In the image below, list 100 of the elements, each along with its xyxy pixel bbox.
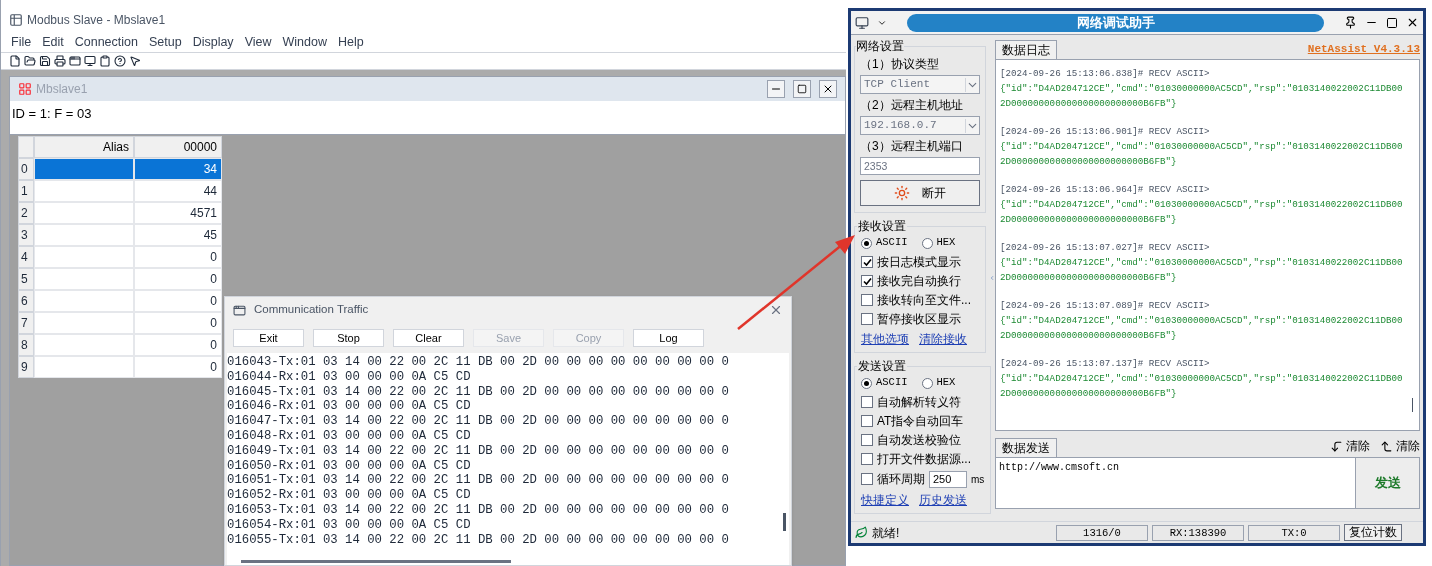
value-cell[interactable]: 4571	[134, 202, 222, 224]
disconnect-button[interactable]: 断开	[860, 180, 980, 206]
alias-cell[interactable]	[34, 356, 134, 378]
menu-item[interactable]: Setup	[148, 32, 182, 52]
menu-item[interactable]: Connection	[74, 32, 138, 52]
checkbox-label: 打开文件数据源...	[877, 451, 971, 468]
port-field[interactable]: 2353	[860, 157, 980, 175]
link[interactable]: 快捷定义	[861, 491, 909, 509]
status-cell: RX:138390	[1152, 524, 1244, 541]
checkbox-label: 接收转向至文件...	[877, 292, 971, 309]
value-cell[interactable]: 0	[134, 356, 222, 378]
dropdown-arrow-icon[interactable]	[965, 118, 979, 133]
clear-button[interactable]: 清除	[1330, 437, 1370, 455]
menu-item[interactable]: Help	[337, 32, 364, 52]
checkbox[interactable]	[861, 294, 873, 306]
group-legend: 网络设置	[856, 37, 904, 55]
group-legend: 接收设置	[857, 217, 907, 235]
maximize-icon[interactable]	[1386, 16, 1398, 29]
alias-cell[interactable]	[34, 268, 134, 290]
value-cell[interactable]: 34	[134, 158, 222, 180]
period-field[interactable]: 250	[929, 470, 967, 488]
alias-cell[interactable]	[34, 312, 134, 334]
child-window-title: Mbslave1	[36, 81, 88, 98]
traffic-line: 016043-Tx:01 03 14 00 22 00 2C 11 DB 00 2D 00 00 00 00 00 00 00 00 0	[227, 355, 729, 370]
menu-item[interactable]: Display	[192, 32, 234, 52]
checkbox[interactable]	[861, 415, 873, 427]
alias-cell[interactable]	[34, 158, 134, 180]
log-line: 2D000000000000000000000000B6FB"}	[1000, 97, 1177, 111]
log-line: 2D000000000000000000000000B6FB"}	[1000, 387, 1177, 401]
checkbox[interactable]	[861, 396, 873, 408]
menu-item[interactable]: Edit	[42, 32, 64, 52]
printer-icon[interactable]	[54, 55, 66, 67]
row-header: 5	[18, 268, 34, 290]
scrollbar-thumb[interactable]	[241, 560, 511, 563]
menu-item[interactable]: File	[11, 32, 32, 52]
log-line: 2D000000000000000000000000B6FB"}	[1000, 155, 1177, 169]
host-dropdown[interactable]: 192.168.0.7	[860, 116, 980, 135]
value-cell[interactable]: 0	[134, 312, 222, 334]
checkbox[interactable]	[861, 473, 873, 485]
value-cell[interactable]: 45	[134, 224, 222, 246]
value-cell[interactable]: 44	[134, 180, 222, 202]
radio-button[interactable]	[861, 377, 872, 389]
traffic-line: 016054-Rx:01 03 00 00 00 0A C5 CD	[227, 517, 471, 533]
folder-icon[interactable]	[24, 55, 36, 67]
close-icon[interactable]	[819, 80, 837, 98]
link[interactable]: 清除接收	[919, 330, 967, 348]
log-line: {"id":"D4AD204712CE","cmd":"01030000000AC5CD","rsp":"0103140022002C11DB00	[1000, 256, 1403, 270]
value-cell[interactable]: 0	[134, 246, 222, 268]
row-header: 1	[18, 180, 34, 202]
alias-cell[interactable]	[34, 224, 134, 246]
radio-button[interactable]	[921, 237, 933, 249]
toolbar-button[interactable]: Clear	[393, 329, 464, 347]
clear-button[interactable]: 清除	[1380, 437, 1420, 455]
close-icon[interactable]	[1406, 16, 1419, 29]
checkbox[interactable]	[861, 453, 873, 465]
scrollbar-thumb[interactable]	[783, 513, 786, 531]
radio-button[interactable]	[861, 237, 872, 249]
checkbox[interactable]	[861, 275, 873, 287]
link[interactable]: 历史发送	[919, 491, 967, 509]
new-file-icon[interactable]	[9, 55, 21, 67]
maximize-icon[interactable]	[793, 80, 811, 98]
traffic-line: 016053-Tx:01 03 14 00 22 00 2C 11 DB 00 2D 00 00 00 00 00 00 00 00 0	[227, 502, 729, 518]
traffic-line: 016047-Tx:01 03 14 00 22 00 2C 11 DB 00 2D 00 00 00 00 00 00 00 00 0	[227, 414, 729, 429]
send-tab[interactable]: 数据发送	[995, 438, 1057, 457]
toolbar-button[interactable]: Stop	[313, 329, 384, 347]
row-header: 0	[18, 158, 34, 180]
menu-item[interactable]: View	[244, 32, 272, 52]
value-cell[interactable]: 0	[134, 290, 222, 312]
checkbox[interactable]	[861, 256, 873, 268]
pin-icon[interactable]	[1344, 16, 1357, 29]
checkbox[interactable]	[861, 434, 873, 446]
checkbox[interactable]	[861, 313, 873, 325]
help-icon[interactable]	[114, 55, 126, 67]
log-header: [2024-09-26 15:13:06.838]# RECV ASCII>	[1000, 67, 1210, 81]
log-tab[interactable]: 数据日志	[995, 40, 1057, 59]
traffic-line: 016045-Tx:01 03 14 00 22 00 2C 11 DB 00 2D 00 00 00 00 00 00 00 00 0	[227, 384, 729, 400]
protocol-dropdown[interactable]: TCP Client	[860, 75, 980, 94]
reset-count-button[interactable]: 复位计数	[1344, 524, 1402, 541]
scrollbar-thumb[interactable]	[1412, 398, 1413, 412]
window-title: Modbus Slave - Mbslave1	[27, 12, 166, 29]
alias-cell[interactable]	[34, 202, 134, 224]
toolbar-button[interactable]: Exit	[233, 329, 304, 347]
value-cell[interactable]: 0	[134, 268, 222, 290]
traffic-line: 016048-Rx:01 03 00 00 00 0A C5 CD	[227, 429, 471, 444]
alias-cell[interactable]	[34, 246, 134, 268]
alias-cell[interactable]	[34, 290, 134, 312]
monitor-icon[interactable]	[84, 55, 96, 67]
row-header: 9	[18, 356, 34, 378]
toolbar-button[interactable]: Log	[633, 329, 704, 347]
value-cell[interactable]: 0	[134, 334, 222, 356]
link[interactable]: 其他选项	[861, 330, 909, 348]
alias-cell[interactable]	[34, 180, 134, 202]
alias-cell[interactable]	[34, 334, 134, 356]
clipboard-icon[interactable]	[99, 55, 111, 67]
menu-item[interactable]: Window	[282, 32, 327, 52]
radio-button[interactable]	[921, 377, 933, 389]
dropdown-arrow-icon[interactable]	[965, 77, 979, 92]
save-icon[interactable]	[39, 55, 51, 67]
window-icon[interactable]	[69, 55, 81, 67]
checkbox-label: AT指令自动回车	[877, 413, 964, 430]
